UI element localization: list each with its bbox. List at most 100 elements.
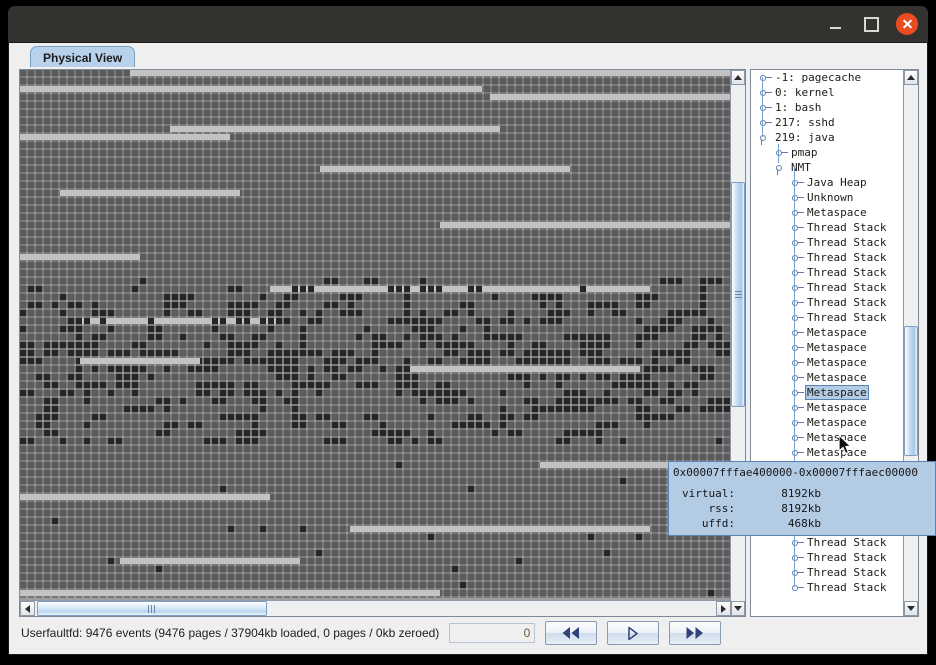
memory-page-cell xyxy=(428,390,434,396)
tree-row[interactable]: Thread Stack xyxy=(751,265,903,280)
tree-row[interactable]: Unknown xyxy=(751,190,903,205)
tree-row[interactable]: 219: java xyxy=(751,130,903,145)
tree-vertical-scrollbar-thumb[interactable] xyxy=(904,326,918,456)
tree-row[interactable]: Metaspace xyxy=(751,355,903,370)
tab-physical-view[interactable]: Physical View xyxy=(30,46,136,67)
memory-page-cell xyxy=(452,310,458,316)
memory-page-cell xyxy=(356,294,362,300)
tree-row[interactable]: Thread Stack xyxy=(751,250,903,265)
tree-row[interactable]: -1: pagecache xyxy=(751,70,903,85)
memory-page-cell xyxy=(20,342,26,348)
memory-page-cell xyxy=(700,334,706,340)
tree-row[interactable]: Metaspace xyxy=(751,205,903,220)
tree-row[interactable]: Thread Stack xyxy=(751,295,903,310)
tree-row[interactable]: Metaspace xyxy=(751,370,903,385)
memory-page-cell xyxy=(292,382,298,388)
tree-row[interactable]: Metaspace xyxy=(751,340,903,355)
tree-row[interactable]: Thread Stack xyxy=(751,310,903,325)
memory-page-cell xyxy=(700,278,706,284)
map-scroll-down-button[interactable] xyxy=(731,601,745,616)
tree-row[interactable]: Thread Stack xyxy=(751,235,903,250)
tree-row[interactable]: Metaspace xyxy=(751,400,903,415)
memory-page-cell xyxy=(468,286,474,292)
memory-page-cell xyxy=(612,382,618,388)
memory-page-cell xyxy=(284,350,290,356)
memory-page-cell xyxy=(20,438,26,444)
memory-page-cell xyxy=(436,398,442,404)
map-scroll-left-button[interactable] xyxy=(20,601,35,616)
map-vertical-scrollbar-thumb[interactable] xyxy=(731,182,745,407)
tree-row[interactable]: NMT xyxy=(751,160,903,175)
memory-page-cell xyxy=(228,526,234,532)
tree-row[interactable]: Thread Stack xyxy=(751,565,903,580)
tree-row[interactable]: pmap xyxy=(751,145,903,160)
memory-page-cell xyxy=(612,302,618,308)
rewind-icon xyxy=(562,627,580,639)
memory-page-cell xyxy=(572,398,578,404)
play-button[interactable] xyxy=(607,621,660,645)
tree-scroll-down-button[interactable] xyxy=(904,601,918,616)
memory-page-cell xyxy=(396,462,402,468)
tree-row[interactable]: Metaspace xyxy=(751,325,903,340)
memory-page-cell xyxy=(396,286,402,292)
tree-row[interactable]: Java Heap xyxy=(751,175,903,190)
memory-page-cell xyxy=(716,350,722,356)
tree-row[interactable]: Thread Stack xyxy=(751,280,903,295)
memory-page-cell xyxy=(500,350,506,356)
map-scroll-up-button[interactable] xyxy=(731,70,745,85)
tree-row[interactable]: Thread Stack xyxy=(751,550,903,565)
memory-page-cell xyxy=(636,294,642,300)
tree-row[interactable]: Metaspace xyxy=(751,430,903,445)
tree-row[interactable]: 1: bash xyxy=(751,100,903,115)
memory-page-cell xyxy=(116,350,122,356)
tree-row[interactable]: Metaspace xyxy=(751,445,903,460)
memory-page-cell xyxy=(716,334,722,340)
memory-page-cell xyxy=(324,438,330,444)
maximize-button[interactable] xyxy=(860,13,882,35)
tooltip-metrics: virtual: 8192kb rss: 8192kb uffd: 468kb xyxy=(673,486,931,531)
close-button[interactable] xyxy=(896,13,918,35)
memory-page-cell xyxy=(268,326,274,332)
tree-row[interactable]: 217: sshd xyxy=(751,115,903,130)
memory-page-cell xyxy=(548,294,554,300)
memory-page-cell xyxy=(300,414,306,420)
memory-page-cell xyxy=(700,366,706,372)
memory-page-cell xyxy=(292,358,298,364)
memory-page-cell xyxy=(500,422,506,428)
memory-page-cell xyxy=(52,430,58,436)
map-horizontal-scrollbar-thumb[interactable] xyxy=(37,601,267,616)
tree-row[interactable]: Metaspace xyxy=(751,415,903,430)
memory-page-cell xyxy=(132,342,138,348)
memory-page-cell xyxy=(292,414,298,420)
memory-page-cell xyxy=(28,390,34,396)
tree-row[interactable]: 0: kernel xyxy=(751,85,903,100)
memory-page-cell xyxy=(540,342,546,348)
memory-page-cell xyxy=(700,374,706,380)
fast-forward-icon xyxy=(686,627,704,639)
tree-scroll-up-button[interactable] xyxy=(904,70,918,85)
minimize-button[interactable] xyxy=(824,13,846,35)
map-scroll-right-button[interactable] xyxy=(716,601,731,616)
memory-page-cell xyxy=(148,350,154,356)
memory-page-cell xyxy=(620,478,626,484)
tree-row-selected[interactable]: Metaspace xyxy=(751,385,903,400)
rewind-button[interactable] xyxy=(545,621,598,645)
memory-region-band xyxy=(60,190,240,196)
memory-page-cell xyxy=(564,374,570,380)
map-horizontal-scrollbar[interactable] xyxy=(20,600,731,616)
memory-page-cell xyxy=(340,374,346,380)
physical-memory-map[interactable] xyxy=(20,70,730,598)
event-count-field[interactable]: 0 xyxy=(449,623,536,643)
physical-memory-map-panel[interactable] xyxy=(19,69,746,617)
tab-strip: Physical View xyxy=(9,43,927,67)
memory-page-cell xyxy=(332,278,338,284)
memory-page-cell xyxy=(348,350,354,356)
tree-row[interactable]: Thread Stack xyxy=(751,220,903,235)
tree-row[interactable]: Thread Stack xyxy=(751,535,903,550)
fast-forward-button[interactable] xyxy=(669,621,722,645)
memory-page-cell xyxy=(300,326,306,332)
memory-page-cell xyxy=(372,278,378,284)
memory-page-cell xyxy=(324,382,330,388)
memory-page-cell xyxy=(292,406,298,412)
tree-row[interactable]: Thread Stack xyxy=(751,580,903,595)
